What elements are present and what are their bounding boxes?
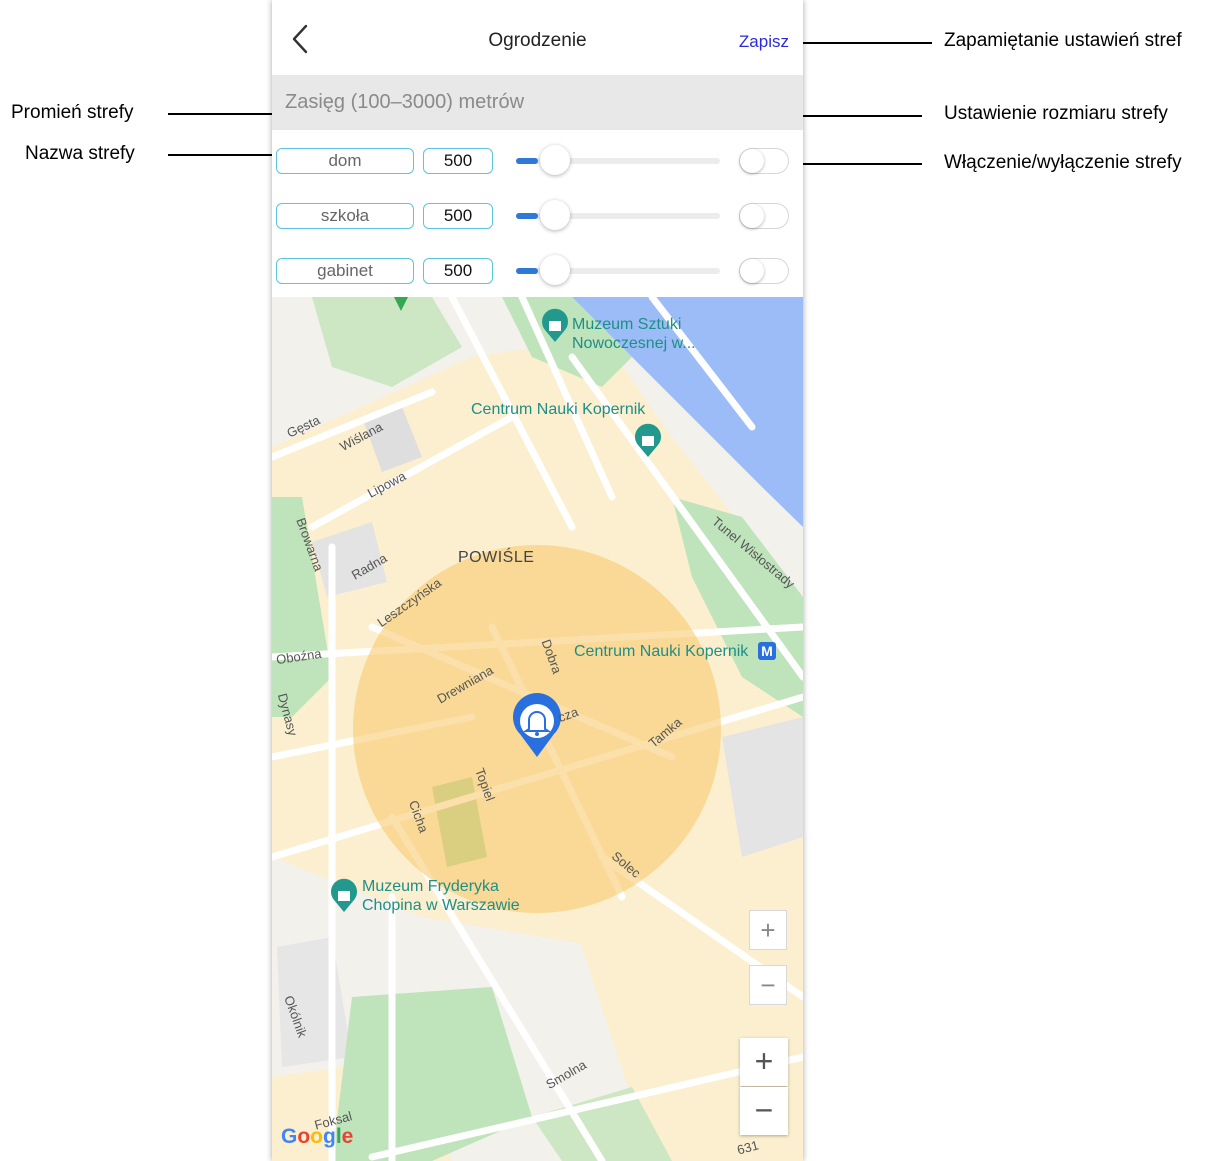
poi-kopernik-metro[interactable]: Centrum Nauki Kopernik [574,642,748,661]
annotation-name: Nazwa strefy [25,143,135,164]
annotation-line-save [792,42,932,44]
annotation-radius: Promień strefy [11,102,134,123]
toggle-knob [740,204,764,228]
district-label: POWIŚLE [458,549,535,566]
toggle-knob [740,259,764,283]
google-logo-letter: o [297,1125,311,1148]
range-label: Zasięg (100–3000) metrów [285,91,525,113]
google-logo-letter: e [341,1125,354,1148]
map-view[interactable]: POWIŚLE Muzeum Sztuki Nowoczesnej w... C… [272,297,803,1161]
metro-badge: M [758,642,776,660]
zone-enable-toggle[interactable] [739,203,789,229]
google-logo-letter: G [281,1125,298,1148]
poi-chopin-museum[interactable]: Muzeum Fryderyka Chopina w Warszawie [362,877,520,915]
slider-fill [516,158,538,164]
annotation-line-name [168,154,279,156]
page-title: Ogrodzenie [488,30,587,51]
google-logo-letter: o [310,1125,323,1148]
zone-enable-toggle[interactable] [739,258,789,284]
zone-size-slider[interactable] [516,145,720,175]
zone-radius-input[interactable]: 500 [423,258,493,284]
google-logo-letter: g [323,1125,336,1148]
slider-fill [516,268,538,274]
slider-thumb[interactable] [540,145,570,175]
park-area [332,987,532,1161]
phone-screen: Ogrodzenie Zapisz Zasięg (100–3000) metr… [272,0,803,1161]
zone-list: dom 500 szkoła 500 gabinet 500 [272,130,803,297]
zone-size-slider[interactable] [516,255,720,285]
annotation-save: Zapamiętanie ustawień stref [944,30,1182,51]
zone-name-input[interactable]: gabinet [276,258,414,284]
slider-thumb[interactable] [540,200,570,230]
google-logo: Google [281,1125,353,1149]
zone-radius-input[interactable]: 500 [423,148,493,174]
zone-row-gabinet: gabinet 500 [272,254,803,294]
save-button[interactable]: Zapisz [739,32,789,52]
zone-size-slider[interactable] [516,200,720,230]
slider-thumb[interactable] [540,255,570,285]
map-canvas [272,297,803,1161]
zone-row-szkola: szkoła 500 [272,199,803,239]
zone-enable-toggle[interactable] [739,148,789,174]
map-zoom-out-button-large[interactable]: − [740,1087,788,1135]
annotation-toggle: Włączenie/wyłączenie strefy [944,152,1182,173]
map-zoom-in-button[interactable]: + [749,910,787,950]
zone-name-input[interactable]: szkoła [276,203,414,229]
zone-row-dom: dom 500 [272,144,803,184]
annotation-line-toggle [786,163,922,165]
range-info-bar: Zasięg (100–3000) metrów [272,75,803,130]
poi-kopernik-center[interactable]: Centrum Nauki Kopernik [471,400,645,419]
map-zoom-in-button-large[interactable]: + [740,1038,788,1086]
poi-museum-modern[interactable]: Muzeum Sztuki Nowoczesnej w... [572,315,696,353]
map-zoom-out-button[interactable]: − [749,965,787,1005]
zone-name-input[interactable]: dom [276,148,414,174]
toggle-knob [740,149,764,173]
slider-fill [516,213,538,219]
annotation-size: Ustawienie rozmiaru strefy [944,103,1168,124]
zone-radius-input[interactable]: 500 [423,203,493,229]
app-header: Ogrodzenie Zapisz [272,0,803,75]
